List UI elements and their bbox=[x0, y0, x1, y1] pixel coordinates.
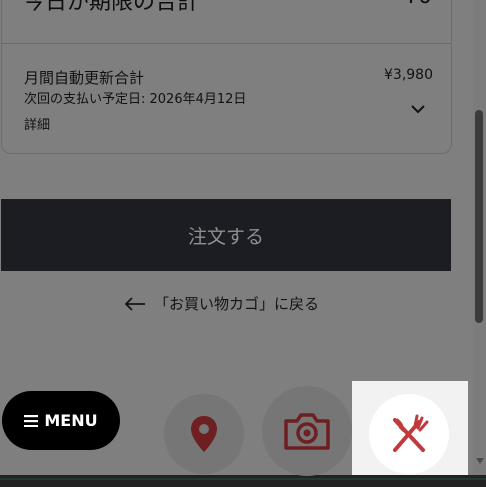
next-payment-date: 次回の支払い予定日: 2026年4月12日 bbox=[24, 92, 247, 107]
camera-button[interactable] bbox=[262, 386, 352, 476]
due-today-value: ¥0 bbox=[404, 0, 432, 9]
place-order-button[interactable]: 注文する bbox=[1, 199, 451, 271]
scrollbar-thumb[interactable] bbox=[475, 110, 483, 323]
back-to-cart-link[interactable]: 「お買い物カゴ」に戻る bbox=[124, 293, 319, 314]
bottom-edge bbox=[0, 475, 486, 487]
hamburger-icon bbox=[24, 414, 39, 427]
menu-button[interactable]: MENU bbox=[2, 391, 120, 450]
map-pin-icon bbox=[191, 416, 217, 452]
map-button[interactable] bbox=[164, 394, 244, 474]
subscription-price: ¥3,980 bbox=[384, 67, 433, 83]
details-label[interactable]: 詳細 bbox=[24, 114, 50, 133]
bottom-accent-line bbox=[0, 478, 486, 480]
summary-divider bbox=[2, 43, 451, 44]
food-menu-button[interactable] bbox=[369, 394, 449, 474]
camera-icon bbox=[284, 413, 330, 450]
fork-knife-icon bbox=[393, 414, 429, 452]
page-scrollbar[interactable] bbox=[473, 0, 486, 475]
order-summary-card: 今日が期限の合計 ¥0 月間自動更新合計 ¥3,980 次回の支払い予定日: 2… bbox=[1, 0, 452, 154]
arrow-left-icon bbox=[124, 296, 145, 311]
scroll-down-arrow-icon[interactable] bbox=[476, 458, 484, 464]
subscription-title: 月間自動更新合計 bbox=[24, 69, 145, 87]
menu-label: MENU bbox=[44, 411, 98, 430]
chevron-down-icon[interactable] bbox=[409, 101, 427, 117]
due-today-label: 今日が期限の合計 bbox=[23, 0, 200, 15]
due-today-row: 今日が期限の合計 ¥0 bbox=[23, 0, 432, 18]
back-to-cart-label: 「お買い物カゴ」に戻る bbox=[154, 295, 320, 313]
